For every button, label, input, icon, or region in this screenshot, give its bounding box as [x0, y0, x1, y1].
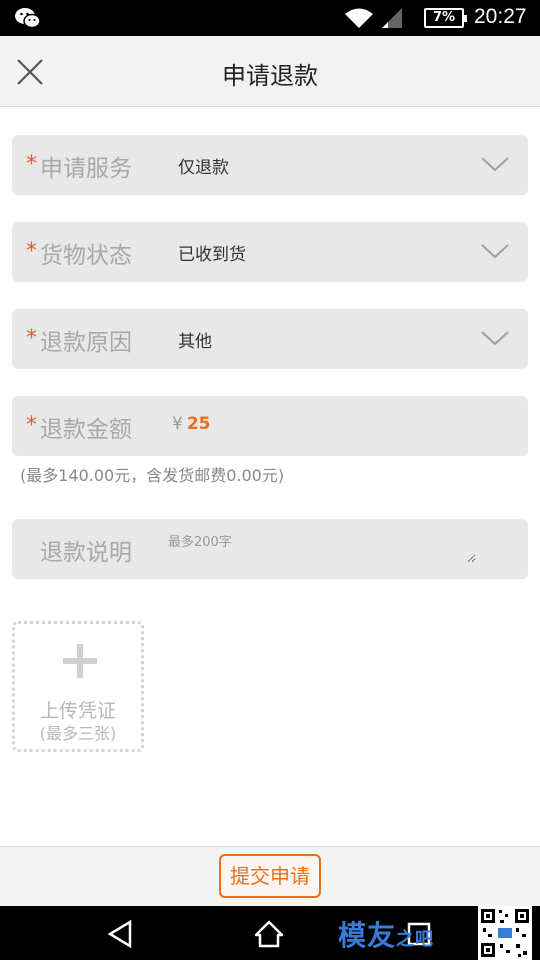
- chevron-down-icon: [481, 331, 509, 346]
- reason-label: 退款原因: [40, 330, 132, 356]
- currency-symbol: ¥: [172, 414, 183, 434]
- status-bar: 7% 20:27: [0, 0, 540, 36]
- upload-sublabel: (最多三张): [39, 724, 117, 743]
- upload-proof-button[interactable]: 上传凭证 (最多三张): [12, 621, 144, 752]
- amount-value[interactable]: ¥25: [172, 414, 211, 434]
- description-textarea[interactable]: [168, 531, 476, 563]
- home-icon[interactable]: [254, 919, 284, 949]
- chevron-down-icon: [481, 157, 509, 172]
- watermark-logo: 模友之吧: [338, 914, 434, 954]
- plus-icon-bar: [63, 658, 97, 664]
- navigation-bar: 模友之吧: [0, 906, 540, 960]
- signal-icon: [382, 8, 402, 28]
- amount-hint: (最多140.00元，含发货邮费0.00元): [20, 466, 285, 485]
- watermark-text: 模友: [338, 919, 397, 952]
- watermark-sub: 之吧: [396, 929, 435, 950]
- description-label: 退款说明: [40, 540, 132, 566]
- back-icon[interactable]: [106, 919, 136, 949]
- header: 申请退款: [0, 36, 540, 107]
- page-title: 申请退款: [222, 62, 318, 90]
- submit-button[interactable]: 提交申请: [219, 854, 321, 898]
- amount-field[interactable]: * 退款金额 ¥25: [12, 396, 528, 456]
- goods-status-select[interactable]: * 货物状态 已收到货: [12, 222, 528, 282]
- wechat-icon: [15, 8, 41, 29]
- chevron-down-icon: [481, 244, 509, 259]
- qr-code-icon: [478, 906, 532, 960]
- goods-status-value: 已收到货: [178, 245, 246, 265]
- amount-number: 25: [186, 414, 211, 434]
- footer: 提交申请: [0, 846, 540, 906]
- service-select[interactable]: * 申请服务 仅退款: [12, 135, 528, 195]
- service-value: 仅退款: [178, 158, 229, 178]
- upload-label: 上传凭证: [39, 700, 116, 722]
- amount-label: 退款金额: [40, 417, 132, 443]
- required-star: *: [26, 413, 37, 438]
- reason-select[interactable]: * 退款原因 其他: [12, 309, 528, 369]
- reason-value: 其他: [178, 332, 212, 352]
- battery-level: 7%: [432, 10, 456, 25]
- service-label: 申请服务: [40, 156, 132, 182]
- required-star: *: [26, 326, 37, 351]
- clock: 20:27: [474, 5, 527, 28]
- battery-icon: 7%: [424, 8, 467, 28]
- goods-status-label: 货物状态: [40, 243, 132, 269]
- wifi-icon: [345, 8, 373, 28]
- description-field: 退款说明: [12, 519, 528, 579]
- required-star: *: [26, 239, 37, 264]
- required-star: *: [26, 152, 37, 177]
